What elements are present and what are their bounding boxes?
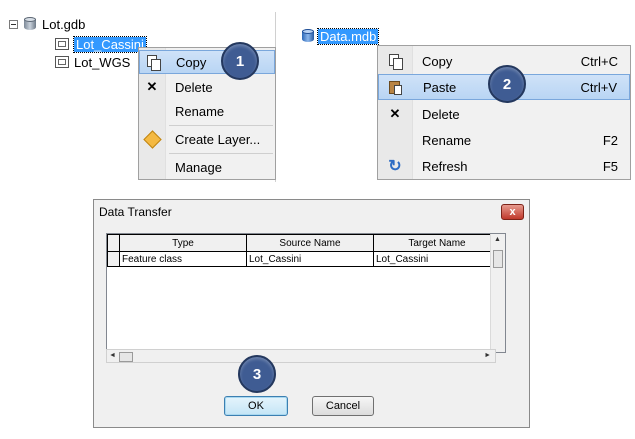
tree-node-label: Lot.gdb: [42, 16, 86, 32]
tree-node-lot-wgs[interactable]: Lot_WGS: [55, 53, 130, 71]
menu-item-refresh[interactable]: ↻ Refresh F5: [378, 153, 630, 179]
tree-node-lot-gdb[interactable]: Lot.gdb: [9, 15, 85, 33]
database-icon: [24, 17, 36, 31]
transfer-grid[interactable]: Type Source Name Target Name Feature cla…: [106, 233, 506, 353]
transfer-table: Type Source Name Target Name Feature cla…: [107, 234, 501, 267]
menu-separator: [169, 125, 273, 126]
menu-item-rename[interactable]: Rename: [139, 99, 275, 123]
step-badge-1: 1: [221, 42, 259, 80]
dialog-title: Data Transfer: [99, 205, 172, 219]
cell-type[interactable]: Feature class: [119, 251, 247, 267]
menu-shortcut: Ctrl+C: [580, 53, 618, 69]
tree-node-lot-cassini[interactable]: Lot_Cassini: [55, 35, 147, 53]
scroll-right-icon[interactable]: ►: [484, 352, 491, 359]
vertical-scrollbar[interactable]: ▲: [490, 234, 505, 352]
step-badge-2: 2: [488, 65, 526, 103]
menu-item-label: Refresh: [422, 158, 468, 174]
scroll-thumb[interactable]: [493, 250, 503, 268]
column-header-source-name[interactable]: Source Name: [246, 234, 374, 252]
refresh-icon: ↻: [388, 158, 402, 175]
feature-class-icon: [55, 38, 69, 50]
menu-item-rename[interactable]: Rename F2: [378, 127, 630, 153]
scroll-up-icon[interactable]: ▲: [494, 236, 501, 243]
menu-item-label: Delete: [175, 79, 213, 95]
dialog-titlebar: Data Transfer x: [94, 200, 529, 224]
table-row[interactable]: Feature class Lot_Cassini Lot_Cassini: [107, 251, 501, 267]
table-header-row: Type Source Name Target Name: [107, 234, 501, 252]
copy-icon: [389, 54, 403, 70]
menu-item-delete[interactable]: ✕ Delete: [378, 101, 630, 127]
menu-separator: [169, 153, 273, 154]
ok-button[interactable]: OK: [224, 396, 288, 416]
cell-target-name[interactable]: Lot_Cassini: [373, 251, 501, 267]
menu-item-label: Rename: [422, 132, 472, 148]
menu-item-label: Copy: [422, 53, 453, 69]
menu-item-manage[interactable]: Manage: [139, 155, 275, 179]
row-header: [107, 251, 120, 267]
tree-node-data-mdb[interactable]: Data.mdb: [302, 27, 380, 45]
copy-icon: [147, 55, 161, 71]
scroll-thumb[interactable]: [119, 352, 133, 362]
step-badge-3: 3: [238, 355, 276, 393]
row-header-corner: [107, 234, 120, 252]
collapse-icon[interactable]: [9, 19, 18, 29]
menu-shortcut: Ctrl+V: [580, 79, 617, 95]
x-icon: ✕: [146, 79, 158, 94]
menu-shortcut: F2: [602, 132, 618, 148]
cell-source-name[interactable]: Lot_Cassini: [246, 251, 374, 267]
menu-shortcut: F5: [602, 158, 618, 174]
close-button[interactable]: x: [501, 204, 524, 220]
menu-item-label: Rename: [175, 103, 225, 119]
tree-node-label: Lot_Cassini: [73, 35, 147, 53]
menu-item-label: Delete: [422, 106, 460, 122]
diamond-icon: [142, 129, 162, 149]
feature-class-icon: [55, 56, 69, 68]
x-icon: ✕: [389, 106, 401, 121]
menu-item-delete[interactable]: ✕ Delete: [139, 75, 275, 99]
menu-item-create-layer[interactable]: Create Layer...: [139, 127, 275, 151]
menu-item-label: Create Layer...: [175, 131, 261, 147]
cancel-button[interactable]: Cancel: [312, 396, 374, 416]
column-header-target-name[interactable]: Target Name: [373, 234, 501, 252]
close-icon: x: [509, 206, 516, 218]
menu-item-label: Manage: [175, 159, 222, 175]
tree-node-label: Lot_WGS: [74, 54, 131, 70]
horizontal-scrollbar[interactable]: ◄ ►: [106, 349, 496, 363]
paste-icon: [389, 79, 403, 95]
data-transfer-dialog: Data Transfer x Type Source Name Target …: [93, 199, 530, 428]
scroll-left-icon[interactable]: ◄: [109, 352, 116, 359]
tree-node-label: Data.mdb: [316, 27, 380, 45]
column-header-type[interactable]: Type: [119, 234, 247, 252]
database-icon: [302, 29, 314, 43]
